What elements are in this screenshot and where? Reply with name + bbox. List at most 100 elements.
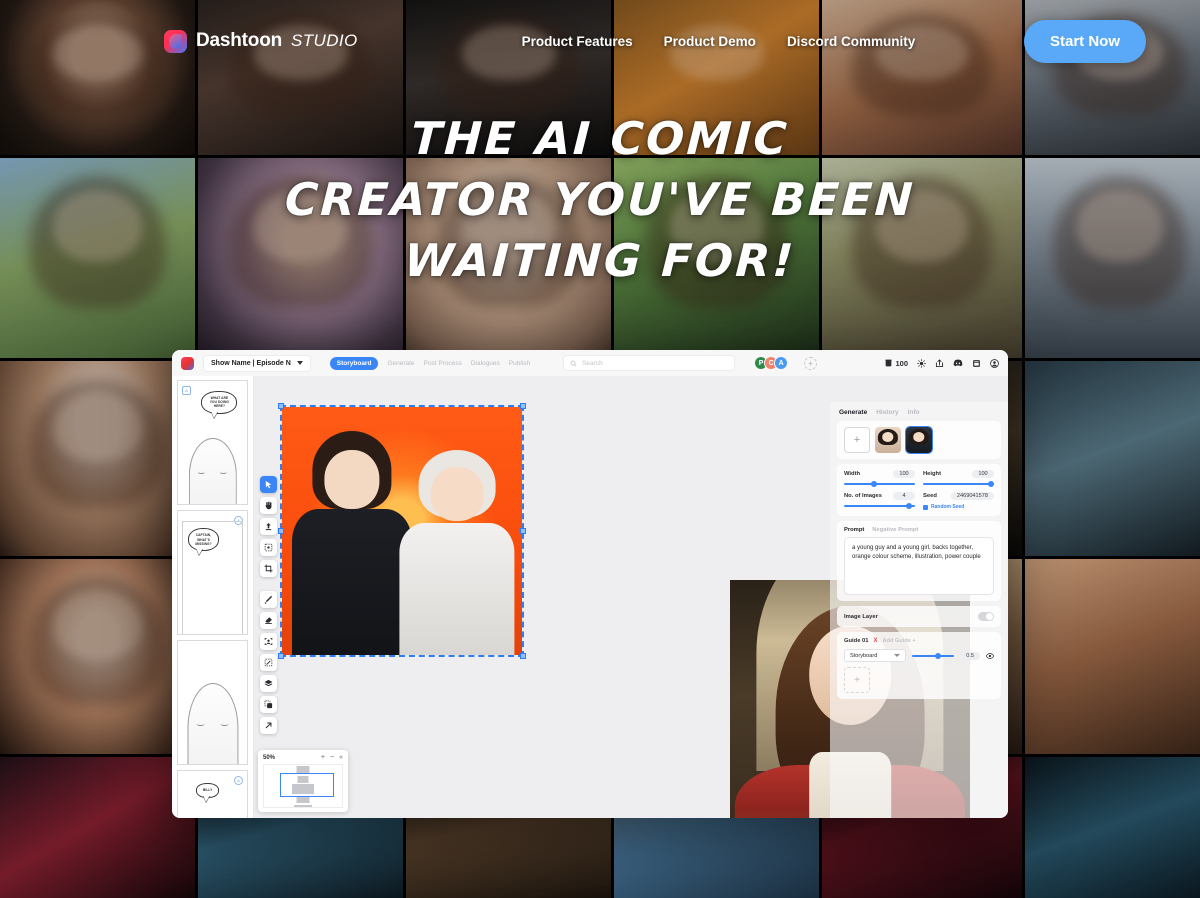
upload-tool[interactable] xyxy=(260,518,277,535)
magic-select-tool[interactable] xyxy=(260,654,277,671)
prompt-card: Prompt Negative Prompt a young guy and a… xyxy=(837,521,1001,601)
width-slider-group: Width 100 xyxy=(844,470,915,487)
guide-strength-knob[interactable] xyxy=(935,652,942,659)
negative-prompt-tab[interactable]: Negative Prompt xyxy=(872,527,918,533)
expand-tool[interactable] xyxy=(260,717,277,734)
figure-girl xyxy=(397,442,517,655)
remove-guide-button[interactable]: X xyxy=(873,638,877,644)
character-thumb-boy[interactable] xyxy=(905,426,933,454)
collage-tile xyxy=(198,158,403,358)
nav-link-discord-community[interactable]: Discord Community xyxy=(787,34,915,49)
search-input[interactable]: Search xyxy=(563,355,736,371)
seed-value[interactable]: 2469041578 xyxy=(950,492,994,500)
tab-storyboard[interactable]: Storyboard xyxy=(329,356,379,370)
hand-tool[interactable] xyxy=(260,497,277,514)
brush-tool[interactable] xyxy=(260,591,277,608)
dashtoon-app-logo-icon xyxy=(181,356,194,370)
add-guide-button[interactable]: Add Guide + xyxy=(883,638,916,644)
app-toolbar: Show Name | Episode N Storyboard Generat… xyxy=(172,350,1008,376)
random-seed-row[interactable]: Random Seed xyxy=(923,504,994,510)
character-thumb-girl[interactable] xyxy=(875,427,901,453)
minimap[interactable] xyxy=(263,764,343,808)
guide-strength-slider[interactable] xyxy=(912,652,955,659)
avatar-a[interactable]: A xyxy=(774,356,789,370)
storyboard-panel[interactable]: A WHAT ARE YOU DOING HERE? xyxy=(177,380,248,505)
crop-tool[interactable] xyxy=(260,560,277,577)
storyboard-panel[interactable]: A BILLY xyxy=(177,770,248,818)
resize-handle-sw[interactable] xyxy=(278,653,284,659)
add-guide-image-slot[interactable]: + xyxy=(844,667,870,693)
tab-post-process[interactable]: Post Process xyxy=(424,360,462,367)
book-icon[interactable] xyxy=(972,359,981,368)
minimap-viewport[interactable] xyxy=(280,773,334,797)
collage-tile xyxy=(822,158,1022,358)
zoom-level: 50% xyxy=(263,754,276,761)
image-layer-card: Image Layer xyxy=(837,606,1001,627)
cursor-tool[interactable] xyxy=(260,476,277,493)
collage-tile xyxy=(0,361,195,556)
seed-group: Seed 2469041578 Random Seed xyxy=(923,492,994,510)
height-slider[interactable] xyxy=(923,481,995,487)
width-label: Width xyxy=(844,471,861,477)
tab-generate[interactable]: Generate xyxy=(387,360,414,367)
project-selector[interactable]: Show Name | Episode N xyxy=(203,354,311,372)
resize-handle-ne[interactable] xyxy=(520,403,526,409)
width-slider-knob[interactable] xyxy=(870,481,877,487)
width-slider[interactable] xyxy=(844,481,915,487)
resize-handle-w[interactable] xyxy=(278,528,284,534)
storyboard-strip[interactable]: A WHAT ARE YOU DOING HERE? A CAPTAIN, WH… xyxy=(172,376,254,818)
credits-indicator[interactable]: 100 xyxy=(885,359,908,368)
add-character-button[interactable]: + xyxy=(844,427,870,453)
storyboard-panel[interactable] xyxy=(177,640,248,765)
eraser-tool[interactable] xyxy=(260,612,277,629)
add-member-icon[interactable]: + xyxy=(804,356,818,370)
collapse-minimap-button[interactable]: « xyxy=(339,754,343,761)
prompt-textarea[interactable]: a young guy and a young girl, backs toge… xyxy=(844,537,994,595)
random-seed-checkbox[interactable] xyxy=(923,504,928,510)
start-now-button[interactable]: Start Now xyxy=(1023,19,1146,63)
site-header: Dashtoon STUDIO Product Features Product… xyxy=(0,0,1200,82)
panel-tab-history[interactable]: History xyxy=(876,409,898,416)
panel-badge-icon: A xyxy=(182,386,191,395)
brand-logo[interactable]: Dashtoon STUDIO xyxy=(164,29,358,53)
prompt-tab[interactable]: Prompt xyxy=(844,527,864,533)
panel-tab-generate[interactable]: Generate xyxy=(839,409,867,416)
height-label: Height xyxy=(923,471,942,477)
panel-tab-info[interactable]: Info xyxy=(908,409,920,416)
brightness-icon[interactable] xyxy=(917,358,926,368)
seed-label: Seed xyxy=(923,493,937,499)
height-slider-knob[interactable] xyxy=(988,481,995,487)
character-frame-tool[interactable] xyxy=(260,633,277,650)
width-value: 100 xyxy=(893,470,915,478)
guide-source-select[interactable]: Storyboard xyxy=(844,649,906,662)
resize-handle-e[interactable] xyxy=(520,528,526,534)
select-frame-tool[interactable] xyxy=(260,539,277,556)
storyboard-panel[interactable]: A CAPTAIN, WHAT'S MISSING? xyxy=(177,510,248,635)
dashtoon-logo-icon xyxy=(164,29,187,53)
layers-tool[interactable] xyxy=(260,675,277,692)
collage-tile xyxy=(0,158,195,358)
zoom-in-button[interactable]: + xyxy=(321,754,325,761)
primary-tool-rail xyxy=(260,476,277,577)
discord-icon[interactable] xyxy=(953,359,963,367)
image-layer-toggle[interactable] xyxy=(978,612,994,621)
image-layer-row: Image Layer xyxy=(844,612,994,621)
guide-card: Guide 01 X Add Guide + Storyboard 0.5 + xyxy=(837,632,1001,699)
tab-dialogues[interactable]: Dialogues xyxy=(471,360,500,367)
zoom-out-button[interactable]: − xyxy=(330,754,334,761)
resize-handle-se[interactable] xyxy=(520,653,526,659)
dimensions-card: Width 100 Height 100 No. of Images 4 See… xyxy=(837,464,1001,516)
eye-icon[interactable] xyxy=(986,652,994,660)
nav-link-product-features[interactable]: Product Features xyxy=(522,34,633,49)
account-icon[interactable] xyxy=(990,358,999,368)
resize-handle-nw[interactable] xyxy=(278,403,284,409)
num-images-slider[interactable] xyxy=(844,503,915,509)
zoom-control[interactable]: 50% + − « xyxy=(258,750,348,812)
share-icon[interactable] xyxy=(935,358,944,368)
tab-publish[interactable]: Publish xyxy=(509,360,530,367)
chevron-down-icon xyxy=(894,654,900,657)
duplicate-tool[interactable] xyxy=(260,696,277,713)
selected-generated-image[interactable] xyxy=(278,403,526,659)
nav-link-product-demo[interactable]: Product Demo xyxy=(664,34,756,49)
num-images-slider-knob[interactable] xyxy=(906,503,913,509)
